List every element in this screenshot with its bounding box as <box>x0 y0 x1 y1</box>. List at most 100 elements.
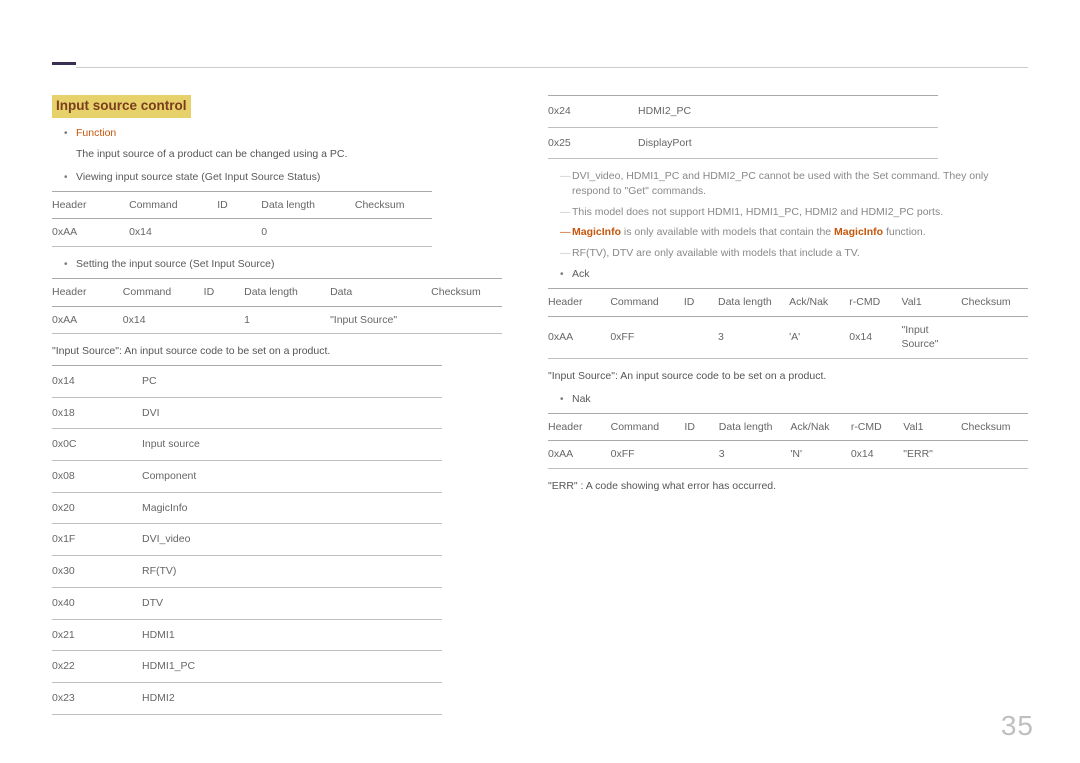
td: HDMI2 <box>142 682 442 714</box>
note-text: This model does not support HDMI1, HDMI1… <box>572 205 1028 220</box>
td <box>204 306 244 334</box>
td: "Input Source" <box>330 306 431 334</box>
td: 0x14 <box>129 219 217 247</box>
th: Header <box>52 278 123 306</box>
td: 0x14 <box>123 306 204 334</box>
table-input-source-codes-right: 0x24HDMI2_PC 0x25DisplayPort <box>548 95 938 159</box>
td: "Input Source" <box>901 316 961 358</box>
td: HDMI2_PC <box>638 96 938 128</box>
td: 0x14 <box>52 366 142 398</box>
td: 0xAA <box>52 306 123 334</box>
right-column: 0x24HDMI2_PC 0x25DisplayPort ― DVI_video… <box>548 95 1028 733</box>
th: ID <box>204 278 244 306</box>
note-line: ― DVI_video, HDMI1_PC and HDMI2_PC canno… <box>560 169 1028 198</box>
td: 0xAA <box>548 441 611 469</box>
bullet-dot-icon: • <box>560 392 566 407</box>
note-line: ― RF(TV), DTV are only available with mo… <box>560 246 1028 261</box>
err-note: "ERR" : A code showing what error has oc… <box>548 479 1028 494</box>
magicinfo-label: MagicInfo <box>834 226 883 238</box>
magicinfo-label: MagicInfo <box>572 226 621 238</box>
td: PC <box>142 366 442 398</box>
td: 0xAA <box>548 316 610 358</box>
dash-icon: ― <box>560 169 572 184</box>
td: 0x30 <box>52 556 142 588</box>
td: HDMI1 <box>142 619 442 651</box>
th: Header <box>548 288 610 316</box>
th: Ack/Nak <box>789 288 849 316</box>
th: ID <box>684 288 718 316</box>
table-get-input-source: Header Command ID Data length Checksum 0… <box>52 191 432 247</box>
td: RF(TV) <box>142 556 442 588</box>
th: Header <box>52 191 129 219</box>
th: Data length <box>718 288 789 316</box>
td: 0x1F <box>52 524 142 556</box>
th: Command <box>610 288 684 316</box>
th: Command <box>611 413 685 441</box>
th: Header <box>548 413 611 441</box>
td: 'N' <box>790 441 850 469</box>
td: 0x22 <box>52 651 142 683</box>
bullet-ack-label: Ack <box>572 267 1028 282</box>
th: Checksum <box>431 278 502 306</box>
td: 0x14 <box>849 316 901 358</box>
td: 3 <box>718 316 789 358</box>
th: Checksum <box>961 413 1028 441</box>
note-text: MagicInfo is only available with models … <box>572 225 1028 240</box>
function-description: The input source of a product can be cha… <box>76 147 520 162</box>
page-number: 35 <box>1001 706 1034 745</box>
note-text: function. <box>883 226 926 238</box>
bullet-dot-icon: • <box>560 267 566 282</box>
top-marker <box>52 62 76 65</box>
note-line: ― This model does not support HDMI1, HDM… <box>560 205 1028 220</box>
page-content: Input source control • Function The inpu… <box>52 95 1028 733</box>
td <box>217 219 261 247</box>
td: DTV <box>142 587 442 619</box>
td: 0x23 <box>52 682 142 714</box>
bullet-setting-label: Setting the input source (Set Input Sour… <box>76 257 520 272</box>
th: Data length <box>719 413 791 441</box>
top-rule <box>76 67 1028 68</box>
td: 0xFF <box>610 316 684 358</box>
td: DisplayPort <box>638 127 938 159</box>
left-column: Input source control • Function The inpu… <box>52 95 520 733</box>
table-ack: Header Command ID Data length Ack/Nak r-… <box>548 288 1028 359</box>
th: r-CMD <box>851 413 903 441</box>
bullet-viewing: • Viewing input source state (Get Input … <box>64 170 520 185</box>
td: DVI_video <box>142 524 442 556</box>
td <box>961 441 1028 469</box>
td: "ERR" <box>903 441 961 469</box>
th: Val1 <box>903 413 961 441</box>
td: 0 <box>261 219 355 247</box>
td: 0x18 <box>52 397 142 429</box>
th: Command <box>129 191 217 219</box>
note-text: RF(TV), DTV are only available with mode… <box>572 246 1028 261</box>
td: MagicInfo <box>142 492 442 524</box>
th: Val1 <box>901 288 961 316</box>
table-nak: Header Command ID Data length Ack/Nak r-… <box>548 413 1028 469</box>
th: Ack/Nak <box>790 413 850 441</box>
th: Data <box>330 278 431 306</box>
dash-icon: ― <box>560 225 572 240</box>
td: 0x14 <box>851 441 903 469</box>
td: 0x20 <box>52 492 142 524</box>
th: r-CMD <box>849 288 901 316</box>
td: 'A' <box>789 316 849 358</box>
td: 0x24 <box>548 96 638 128</box>
td: Input source <box>142 429 442 461</box>
td: 0xAA <box>52 219 129 247</box>
td: HDMI1_PC <box>142 651 442 683</box>
section-title: Input source control <box>52 95 191 118</box>
bullet-setting: • Setting the input source (Set Input So… <box>64 257 520 272</box>
th: Command <box>123 278 204 306</box>
dash-icon: ― <box>560 246 572 261</box>
note-text: is only available with models that conta… <box>621 226 834 238</box>
td: 0x0C <box>52 429 142 461</box>
td: 0x25 <box>548 127 638 159</box>
bullet-function: • Function <box>64 126 520 141</box>
bullet-function-label: Function <box>76 126 520 141</box>
td <box>684 316 718 358</box>
td: Component <box>142 461 442 493</box>
td: 0xFF <box>611 441 685 469</box>
th: Checksum <box>355 191 432 219</box>
td: DVI <box>142 397 442 429</box>
